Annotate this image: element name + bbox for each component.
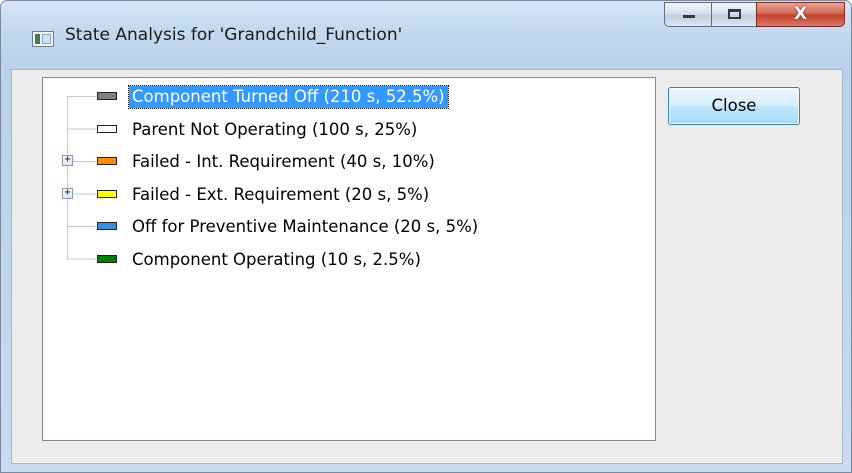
tree-node[interactable]: Off for Preventive Maintenance (20 s, 5%… [43,214,643,240]
tree-node-label[interactable]: Off for Preventive Maintenance (20 s, 5%… [129,216,481,238]
state-color-swatch [97,92,117,100]
state-color-swatch [97,222,117,230]
caption-buttons: X [664,2,845,29]
tree-node-label[interactable]: Component Turned Off (210 s, 52.5%) [128,85,449,109]
dialog-window: State Analysis for 'Grandchild_Function'… [0,0,852,473]
state-color-swatch [97,124,117,133]
expand-plus-icon[interactable]: + [62,187,73,199]
title-bar[interactable]: State Analysis for 'Grandchild_Function'… [1,1,851,69]
state-color-swatch [97,157,117,165]
expand-plus-icon[interactable]: + [62,155,73,166]
state-tree-view[interactable]: Component Turned Off (210 s, 52.5%) Paren… [42,77,656,441]
state-color-swatch [97,189,117,198]
tree-node[interactable]: + Failed - Int. Requirement (40 s, 10%) [43,149,643,175]
tree-node-label[interactable]: Failed - Int. Requirement (40 s, 10%) [129,151,438,173]
tree-node[interactable]: + Failed - Ext. Requirement (20 s, 5%) [43,182,643,208]
dialog-client-area: Component Turned Off (210 s, 52.5%) Paren… [11,69,843,464]
window-close-button[interactable]: X [756,2,845,27]
tree-node[interactable]: Component Operating (10 s, 2.5%) [43,247,643,273]
state-color-swatch [97,254,117,263]
app-icon-bar [35,34,40,44]
window-title: State Analysis for 'Grandchild_Function' [65,25,403,45]
minimize-icon [683,15,695,18]
app-icon-pane [42,34,51,44]
tree-node[interactable]: Component Turned Off (210 s, 52.5%) [43,84,643,110]
tree-node-label[interactable]: Parent Not Operating (100 s, 25%) [129,119,420,141]
maximize-button[interactable] [711,2,757,27]
tree-node[interactable]: Parent Not Operating (100 s, 25%) [43,117,643,143]
app-window-icon [32,31,54,47]
minimize-button[interactable] [664,2,712,27]
tree-node-label[interactable]: Failed - Ext. Requirement (20 s, 5%) [129,184,432,206]
maximize-icon [728,9,741,19]
tree-node-label[interactable]: Component Operating (10 s, 2.5%) [129,249,424,271]
close-button[interactable]: Close [668,87,800,125]
close-icon: X [793,4,808,24]
